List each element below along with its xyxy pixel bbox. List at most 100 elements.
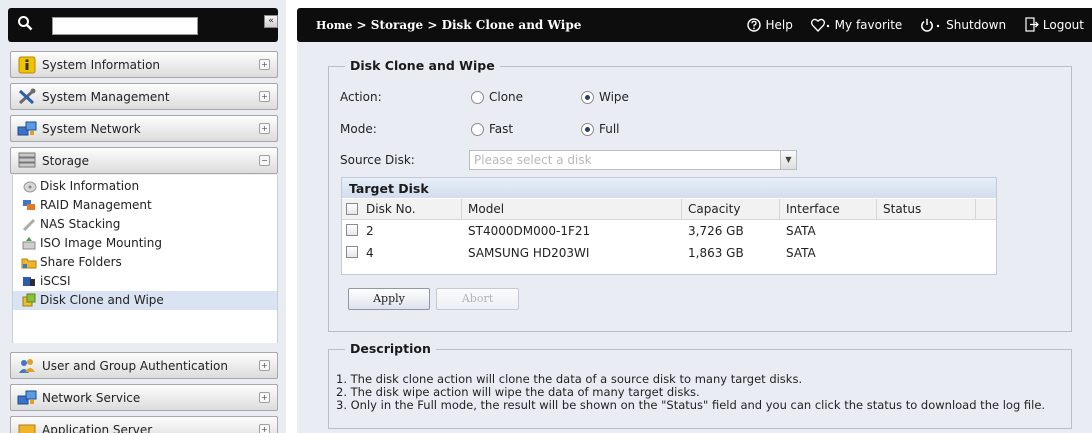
action-wipe-label[interactable]: Wipe	[599, 90, 629, 104]
column-header-status: Status	[877, 199, 976, 220]
mode-fast-radio[interactable]	[471, 123, 484, 136]
source-disk-label: Source Disk:	[340, 153, 415, 167]
cell-capacity: 1,863 GB	[688, 246, 744, 260]
expand-toggle-icon[interactable]: +	[259, 360, 270, 371]
raid-icon	[21, 198, 37, 213]
expand-toggle-icon[interactable]: +	[259, 91, 270, 102]
action-clone-label[interactable]: Clone	[489, 90, 523, 104]
app-server-icon	[17, 421, 37, 433]
shutdown-label: Shutdown	[946, 18, 1007, 32]
shutdown-link[interactable]: Shutdown	[920, 18, 1006, 35]
apply-button[interactable]: Apply	[348, 288, 430, 310]
source-disk-value: Please select a disk	[474, 153, 592, 167]
clone-icon	[21, 293, 37, 308]
disk-icon	[21, 179, 37, 194]
abort-button[interactable]: Abort	[436, 288, 519, 310]
menu-item-application-server[interactable]: Application Server +	[10, 416, 278, 433]
menu-item-system-network[interactable]: System Network +	[10, 115, 278, 142]
collapse-toggle-icon[interactable]: −	[259, 155, 270, 166]
cell-disk-no: 2	[366, 224, 374, 238]
chevron-down-icon[interactable]: ▼	[780, 151, 796, 169]
search-icon[interactable]	[17, 15, 33, 31]
menu-item-storage[interactable]: Storage −	[10, 147, 278, 174]
users-icon	[17, 357, 37, 375]
column-header-disk-no: Disk No.	[366, 202, 416, 216]
breadcrumb: Home > Storage > Disk Clone and Wipe	[316, 18, 581, 32]
sidebar-item-label: Disk Clone and Wipe	[40, 293, 164, 307]
action-clone-radio[interactable]	[471, 91, 484, 104]
sidebar-item-iscsi[interactable]: iSCSI	[13, 272, 277, 291]
breadcrumb-home[interactable]: Home	[316, 19, 352, 32]
sidebar-item-raid-management[interactable]: RAID Management	[13, 196, 277, 215]
search-input[interactable]	[52, 17, 198, 35]
logout-label: Logout	[1042, 18, 1084, 32]
menu-item-label: System Network	[42, 122, 141, 136]
storage-icon	[17, 152, 37, 170]
expand-toggle-icon[interactable]: +	[259, 59, 270, 70]
stacking-icon	[21, 217, 37, 232]
menu-item-label: System Management	[42, 90, 170, 104]
target-disk-table: Target Disk Disk No. Model Capacity Inte…	[341, 177, 997, 275]
menu-item-user-group-authentication[interactable]: User and Group Authentication +	[10, 352, 278, 379]
sidebar-item-label: iSCSI	[40, 274, 71, 288]
select-all-checkbox[interactable]	[346, 203, 358, 215]
expand-toggle-icon[interactable]: +	[259, 424, 270, 433]
help-icon	[747, 18, 762, 35]
favorite-link[interactable]: My favorite	[810, 18, 903, 35]
mode-fast-label[interactable]: Fast	[489, 122, 513, 136]
cell-status[interactable]	[877, 243, 883, 264]
mode-full-radio[interactable]	[581, 123, 594, 136]
search-bar: «	[8, 8, 278, 42]
sidebar-item-nas-stacking[interactable]: NAS Stacking	[13, 215, 277, 234]
target-disk-title: Target Disk	[342, 178, 996, 198]
action-wipe-radio[interactable]	[581, 91, 594, 104]
logout-link[interactable]: Logout	[1024, 17, 1084, 35]
collapse-sidebar-button[interactable]: «	[264, 15, 278, 28]
cell-interface: SATA	[786, 246, 816, 260]
breadcrumb-storage[interactable]: Storage	[371, 18, 423, 32]
logout-icon	[1024, 17, 1039, 35]
breadcrumb-separator: >	[423, 18, 442, 32]
top-links: Help My favorite Shutdown Logout	[733, 17, 1084, 35]
storage-submenu: Disk Information RAID Management NAS Sta…	[12, 175, 278, 343]
folder-icon	[21, 255, 37, 270]
cell-interface: SATA	[786, 224, 816, 238]
cell-model: ST4000DM000-1F21	[468, 224, 591, 238]
mode-full-label[interactable]: Full	[599, 122, 620, 136]
cell-model: SAMSUNG HD203WI	[468, 246, 590, 260]
description-line: 2. The disk wipe action will wipe the da…	[336, 385, 700, 399]
panel-legend: Disk Clone and Wipe	[345, 58, 500, 73]
iscsi-icon	[21, 274, 37, 289]
power-icon	[920, 18, 942, 35]
network-service-icon	[17, 389, 37, 407]
sidebar-item-label: ISO Image Mounting	[40, 236, 162, 250]
menu-item-network-service[interactable]: Network Service +	[10, 384, 278, 411]
sidebar-item-share-folders[interactable]: Share Folders	[13, 253, 277, 272]
menu-item-system-management[interactable]: System Management +	[10, 83, 278, 110]
favorite-label: My favorite	[834, 18, 903, 32]
sidebar-item-label: Share Folders	[40, 255, 122, 269]
expand-toggle-icon[interactable]: +	[259, 392, 270, 403]
sidebar-item-label: RAID Management	[40, 198, 152, 212]
row-checkbox[interactable]	[346, 224, 358, 236]
sidebar-item-iso-image-mounting[interactable]: ISO Image Mounting	[13, 234, 277, 253]
menu-item-label: Storage	[42, 154, 89, 168]
sidebar-item-label: Disk Information	[40, 179, 140, 193]
help-link[interactable]: Help	[747, 18, 793, 35]
iso-icon	[21, 236, 37, 251]
menu-item-label: Application Server	[42, 423, 153, 433]
menu-item-system-information[interactable]: System Information +	[10, 51, 278, 78]
expand-toggle-icon[interactable]: +	[259, 123, 270, 134]
cell-disk-no: 4	[366, 246, 374, 260]
column-header-filler	[976, 199, 996, 220]
table-row[interactable]: 2 ST4000DM000-1F21 3,726 GB SATA	[342, 221, 976, 242]
source-disk-select[interactable]: Please select a disk ▼	[469, 150, 797, 170]
sidebar-item-disk-information[interactable]: Disk Information	[13, 177, 277, 196]
tools-icon	[17, 88, 37, 106]
cell-status[interactable]	[877, 221, 883, 242]
table-row[interactable]: 4 SAMSUNG HD203WI 1,863 GB SATA	[342, 243, 976, 264]
menu-item-label: User and Group Authentication	[42, 359, 228, 373]
row-checkbox[interactable]	[346, 246, 358, 258]
description-legend: Description	[345, 341, 436, 356]
sidebar-item-disk-clone-and-wipe[interactable]: Disk Clone and Wipe	[13, 291, 277, 310]
